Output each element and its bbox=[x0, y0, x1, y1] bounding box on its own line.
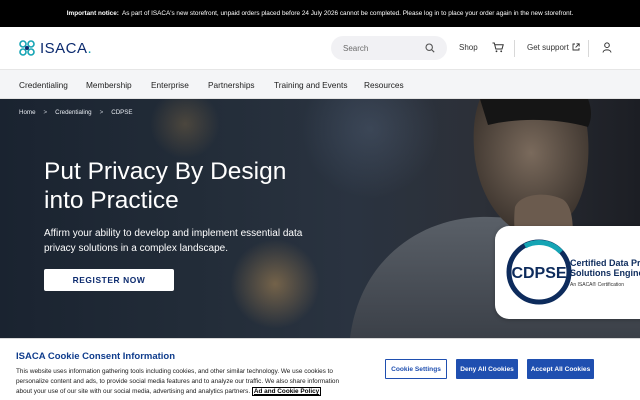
cookie-policy-link[interactable]: Ad and Cookie Policy bbox=[251, 387, 322, 397]
cookie-settings-button[interactable]: Cookie Settings bbox=[385, 359, 447, 379]
cart-icon[interactable] bbox=[492, 42, 504, 53]
isaca-logo[interactable]: ISACA. bbox=[18, 39, 92, 57]
search-box[interactable] bbox=[331, 36, 447, 60]
badge-title-line-2: Solutions Engine bbox=[570, 268, 640, 278]
notice-text: As part of ISACA's new storefront, unpai… bbox=[121, 10, 574, 17]
external-link-icon bbox=[572, 43, 580, 51]
hero-subtitle: Affirm your ability to develop and imple… bbox=[44, 228, 303, 254]
breadcrumb-home[interactable]: Home bbox=[19, 109, 36, 116]
breadcrumb-current: CDPSE bbox=[111, 109, 133, 116]
deny-all-cookies-button[interactable]: Deny All Cookies bbox=[456, 359, 518, 379]
hero-banner: Home > Credentialing > CDPSE Put Privacy… bbox=[0, 99, 640, 338]
chevron-right-icon: > bbox=[99, 109, 104, 116]
chevron-right-icon: > bbox=[43, 109, 48, 116]
badge-ring-text: CDPSE bbox=[511, 265, 566, 282]
cookie-title: ISACA Cookie Consent Information bbox=[16, 351, 176, 362]
page-title: Put Privacy By Design into Practice bbox=[44, 157, 344, 215]
register-now-button[interactable]: REGISTER NOW bbox=[44, 269, 174, 291]
nav-item-enterprise[interactable]: Enterprise bbox=[151, 80, 189, 90]
main-nav: Credentialing Membership Enterprise Part… bbox=[0, 70, 640, 99]
header-divider bbox=[514, 40, 515, 57]
search-input[interactable] bbox=[343, 43, 425, 53]
page-title-line-2: into Practice bbox=[44, 187, 179, 214]
cdpse-ring-icon: CDPSE bbox=[506, 239, 572, 305]
notice-label: Important notice: bbox=[66, 10, 119, 17]
accept-all-cookies-button[interactable]: Accept All Cookies bbox=[527, 359, 594, 379]
badge-subtitle: An ISACA® Certification bbox=[570, 282, 624, 288]
shop-link[interactable]: Shop bbox=[459, 43, 478, 52]
nav-item-resources[interactable]: Resources bbox=[364, 80, 404, 90]
notice-bar: Important notice: As part of ISACA's new… bbox=[0, 0, 640, 27]
nav-item-membership[interactable]: Membership bbox=[86, 80, 132, 90]
isaca-logo-icon bbox=[19, 40, 35, 56]
badge-title: Certified Data Pr Solutions Engine bbox=[570, 258, 640, 278]
cookie-consent-banner: ISACA Cookie Consent Information This we… bbox=[0, 338, 640, 400]
nav-item-partnerships[interactable]: Partnerships bbox=[208, 80, 255, 90]
user-icon[interactable] bbox=[602, 42, 612, 53]
background-light bbox=[150, 99, 220, 159]
cookie-text: This website uses information gathering … bbox=[16, 367, 354, 398]
search-icon[interactable] bbox=[425, 43, 435, 53]
breadcrumb: Home > Credentialing > CDPSE bbox=[19, 109, 133, 116]
badge-title-line-1: Certified Data Pr bbox=[570, 258, 640, 268]
header-divider bbox=[588, 40, 589, 57]
site-header: ISACA. Shop Get support bbox=[0, 27, 640, 70]
cdpse-certification-badge: CDPSE Certified Data Pr Solutions Engine… bbox=[495, 226, 640, 319]
get-support-link[interactable]: Get support bbox=[527, 43, 569, 52]
breadcrumb-credentialing[interactable]: Credentialing bbox=[55, 109, 91, 116]
page-title-line-1: Put Privacy By Design bbox=[44, 158, 287, 185]
nav-item-credentialing[interactable]: Credentialing bbox=[19, 80, 68, 90]
nav-item-training-events[interactable]: Training and Events bbox=[274, 80, 348, 90]
logo-text: ISACA. bbox=[40, 39, 93, 57]
